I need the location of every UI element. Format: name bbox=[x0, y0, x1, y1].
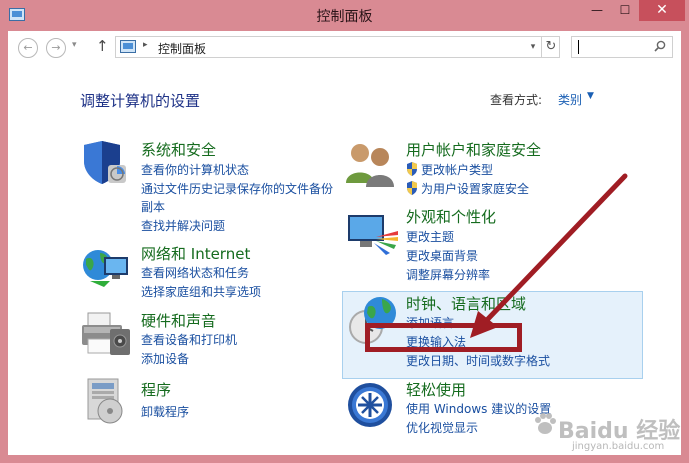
window-client: ← → ▾ ↑ ▸ 控制面板 ▾ ↻ 调整计算机的设置 查看方式: 类别 ▼ 系… bbox=[8, 31, 681, 455]
watermark-url: jingyan.baidu.com bbox=[572, 441, 665, 452]
minimize-button[interactable]: — bbox=[583, 0, 611, 21]
close-button[interactable]: ✕ bbox=[639, 0, 685, 21]
maximize-button[interactable]: ☐ bbox=[611, 0, 639, 21]
annotation-arrow-icon bbox=[470, 173, 628, 338]
title-bar[interactable]: 控制面板 — ☐ ✕ bbox=[0, 0, 689, 31]
baidu-jingyan-watermark: Baidu 经验 jingyan.baidu.com bbox=[532, 409, 682, 457]
baidu-paw-icon bbox=[535, 413, 556, 434]
